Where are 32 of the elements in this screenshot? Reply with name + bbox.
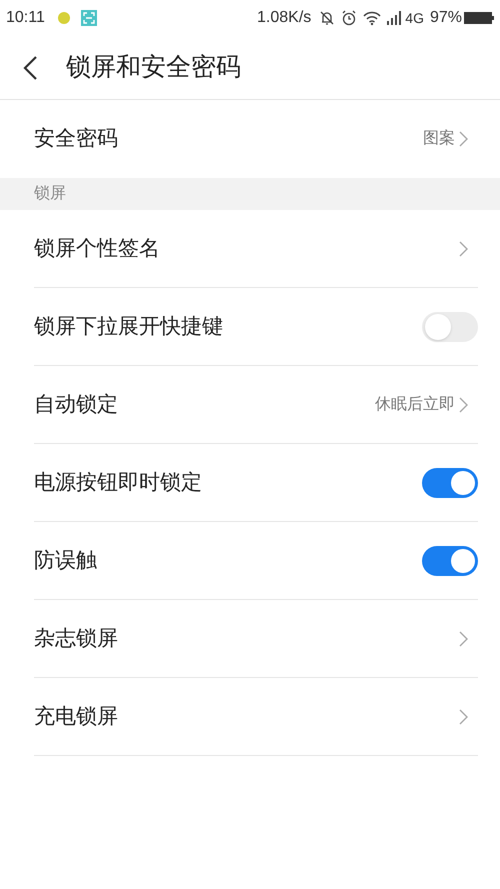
toggle-switch[interactable] <box>422 546 478 576</box>
scan-icon <box>80 10 97 26</box>
toggle-switch[interactable] <box>422 312 478 342</box>
chevron-icon <box>459 131 468 147</box>
chevron-icon <box>459 396 468 412</box>
setting-label[interactable]: 锁屏下拉展开快捷键 <box>34 310 422 342</box>
wifi-icon <box>363 10 382 26</box>
setting-label[interactable]: 防误触 <box>34 544 422 576</box>
battery-icon <box>464 11 494 25</box>
notification-dot-icon <box>56 11 71 25</box>
bell-muted-icon <box>319 10 336 26</box>
back-icon[interactable] <box>22 54 38 80</box>
chevron-icon <box>459 708 468 724</box>
network-type: 4G <box>405 8 424 28</box>
setting-value: 休眠后立即 <box>375 394 455 414</box>
chevron-icon <box>459 240 468 256</box>
chevron-icon <box>459 630 468 646</box>
setting-label[interactable]: 自动锁定 <box>34 388 375 420</box>
network-speed: 1.08K/s <box>257 8 312 28</box>
setting-label[interactable]: 杂志锁屏 <box>34 622 459 654</box>
setting-value: 图案 <box>423 128 455 149</box>
page-title: 锁屏和安全密码 <box>66 52 241 83</box>
status-time: 10:11 <box>6 8 45 28</box>
toggle-switch[interactable] <box>422 468 478 498</box>
setting-label[interactable]: 安全密码 <box>34 123 423 155</box>
section-header: 锁屏 <box>34 184 66 204</box>
setting-label[interactable]: 电源按钮即时锁定 <box>34 466 422 498</box>
alarm-icon <box>341 10 358 26</box>
setting-label[interactable]: 锁屏个性签名 <box>34 232 459 264</box>
setting-label[interactable]: 充电锁屏 <box>34 700 459 732</box>
battery-percent: 97% <box>430 8 462 28</box>
signal-icon <box>387 11 404 25</box>
